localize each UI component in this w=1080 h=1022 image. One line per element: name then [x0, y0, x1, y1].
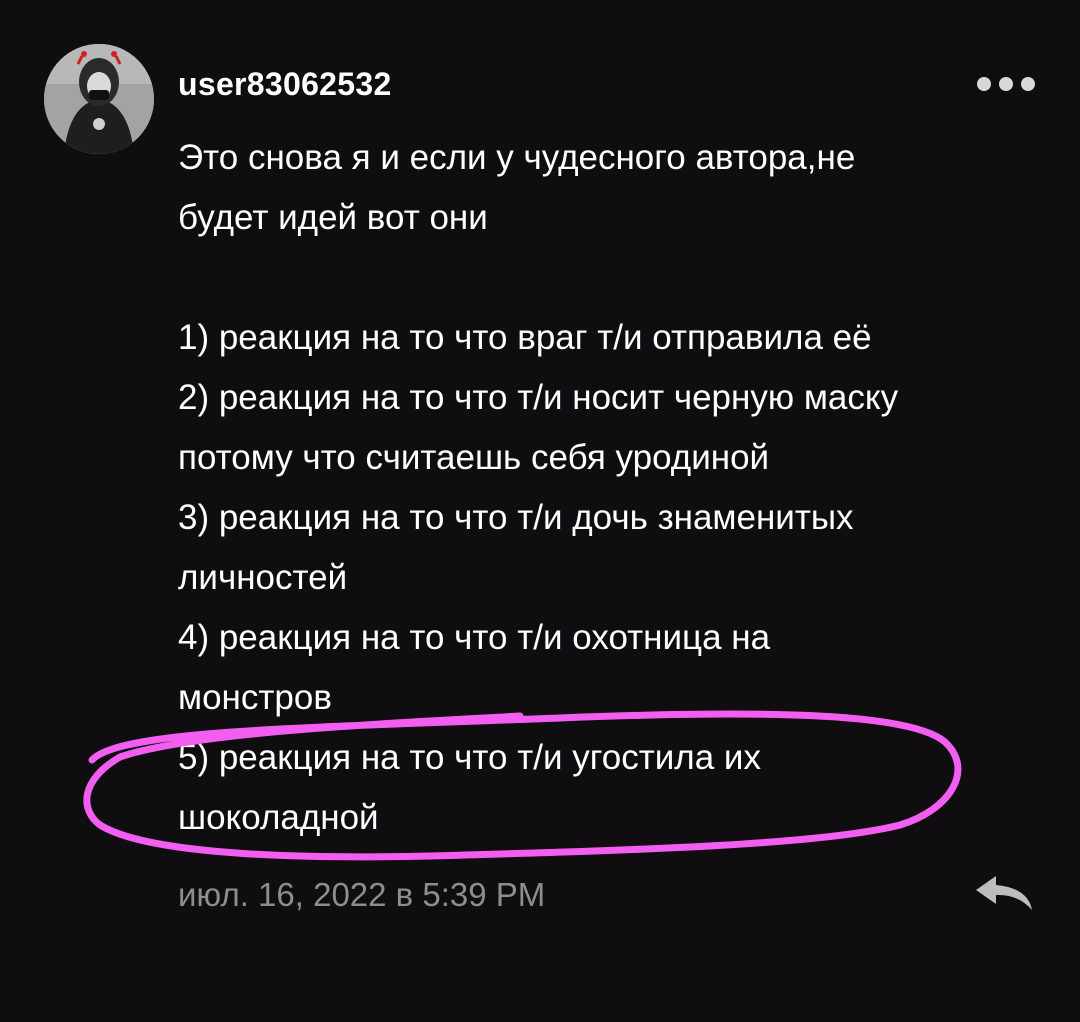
comment-line: 4) реакция на то что т/и охотница на — [178, 618, 771, 657]
avatar-image — [44, 44, 154, 154]
comment-line: 3) реакция на то что т/и дочь знаменитых — [178, 498, 854, 537]
timestamp: июл. 16, 2022 в 5:39 PM — [178, 876, 546, 913]
comment-line: монстров — [178, 678, 332, 717]
comment-card: user83062532 Это снова я и если у чудесн… — [0, 0, 1080, 1022]
more-options-icon[interactable] — [974, 66, 1038, 102]
comment-body: Это снова я и если у чудесного автора,не… — [178, 128, 1058, 848]
comment-line-blank — [178, 248, 1058, 308]
avatar[interactable] — [44, 44, 154, 154]
comment-line: шоколадной — [178, 798, 379, 837]
comment-line: потому что считаешь себя уродиной — [178, 438, 770, 477]
comment-line: Это снова я и если у чудесного автора,не — [178, 138, 856, 177]
comment-line: 5) реакция на то что т/и угостила их — [178, 738, 761, 777]
comment-line: 1) реакция на то что враг т/и отправила … — [178, 318, 872, 357]
comment-line: будет идей вот они — [178, 198, 488, 237]
reply-arrow-icon[interactable] — [970, 870, 1038, 916]
username[interactable]: user83062532 — [178, 66, 392, 103]
comment-line: 2) реакция на то что т/и носит черную ма… — [178, 378, 899, 417]
comment-line: личностей — [178, 558, 348, 597]
